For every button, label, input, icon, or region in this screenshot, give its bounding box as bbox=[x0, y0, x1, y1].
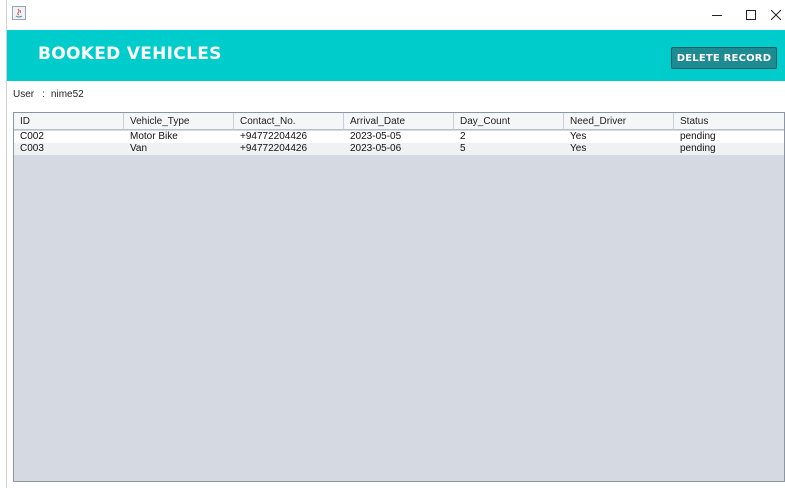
user-info: User: nime52 bbox=[13, 89, 84, 100]
close-icon bbox=[770, 10, 781, 20]
cell-id: C003 bbox=[20, 143, 44, 154]
cell-arrival-date: 2023-05-06 bbox=[350, 143, 402, 154]
page-header: BOOKED VEHICLES DELETE RECORD bbox=[7, 30, 785, 81]
table-row[interactable]: C003 Van +94772204426 2023-05-06 5 Yes p… bbox=[14, 143, 784, 155]
column-header-status[interactable]: Status bbox=[674, 113, 784, 130]
java-app-icon bbox=[12, 6, 26, 20]
cell-status: pending bbox=[680, 143, 716, 154]
column-header-day-count[interactable]: Day_Count bbox=[454, 113, 564, 130]
user-name: nime52 bbox=[50, 89, 84, 100]
table-row[interactable]: C002 Motor Bike +94772204426 2023-05-05 … bbox=[14, 131, 784, 143]
bookings-table[interactable]: ID Vehicle_Type Contact_No. Arrival_Date… bbox=[13, 112, 785, 482]
maximize-icon bbox=[746, 10, 756, 20]
cell-contact-no: +94772204426 bbox=[240, 143, 308, 154]
cell-arrival-date: 2023-05-05 bbox=[350, 131, 402, 142]
cell-id: C002 bbox=[20, 131, 44, 142]
title-bar[interactable] bbox=[7, 0, 785, 30]
user-label: User bbox=[13, 89, 35, 100]
close-button[interactable] bbox=[765, 0, 785, 30]
column-header-arrival-date[interactable]: Arrival_Date bbox=[344, 113, 454, 130]
column-header-need-driver[interactable]: Need_Driver bbox=[564, 113, 674, 130]
cell-need-driver: Yes bbox=[570, 131, 587, 142]
cell-contact-no: +94772204426 bbox=[240, 131, 308, 142]
page-title: BOOKED VEHICLES bbox=[38, 44, 222, 64]
app-window: BOOKED VEHICLES DELETE RECORD User: nime5… bbox=[6, 0, 785, 488]
minimize-icon bbox=[712, 15, 722, 16]
cell-need-driver: Yes bbox=[570, 143, 587, 154]
table-body: C002 Motor Bike +94772204426 2023-05-05 … bbox=[14, 131, 784, 155]
column-header-vehicle-type[interactable]: Vehicle_Type bbox=[124, 113, 234, 130]
cell-day-count: 5 bbox=[460, 143, 466, 154]
cell-day-count: 2 bbox=[460, 131, 466, 142]
cell-vehicle-type: Van bbox=[130, 143, 148, 154]
column-header-id[interactable]: ID bbox=[14, 113, 124, 130]
cell-status: pending bbox=[680, 131, 716, 142]
user-separator: : bbox=[42, 89, 45, 100]
column-header-contact-no[interactable]: Contact_No. bbox=[234, 113, 344, 130]
cell-vehicle-type: Motor Bike bbox=[130, 131, 178, 142]
table-header: ID Vehicle_Type Contact_No. Arrival_Date… bbox=[14, 113, 784, 130]
delete-record-button[interactable]: DELETE RECORD bbox=[671, 47, 777, 69]
